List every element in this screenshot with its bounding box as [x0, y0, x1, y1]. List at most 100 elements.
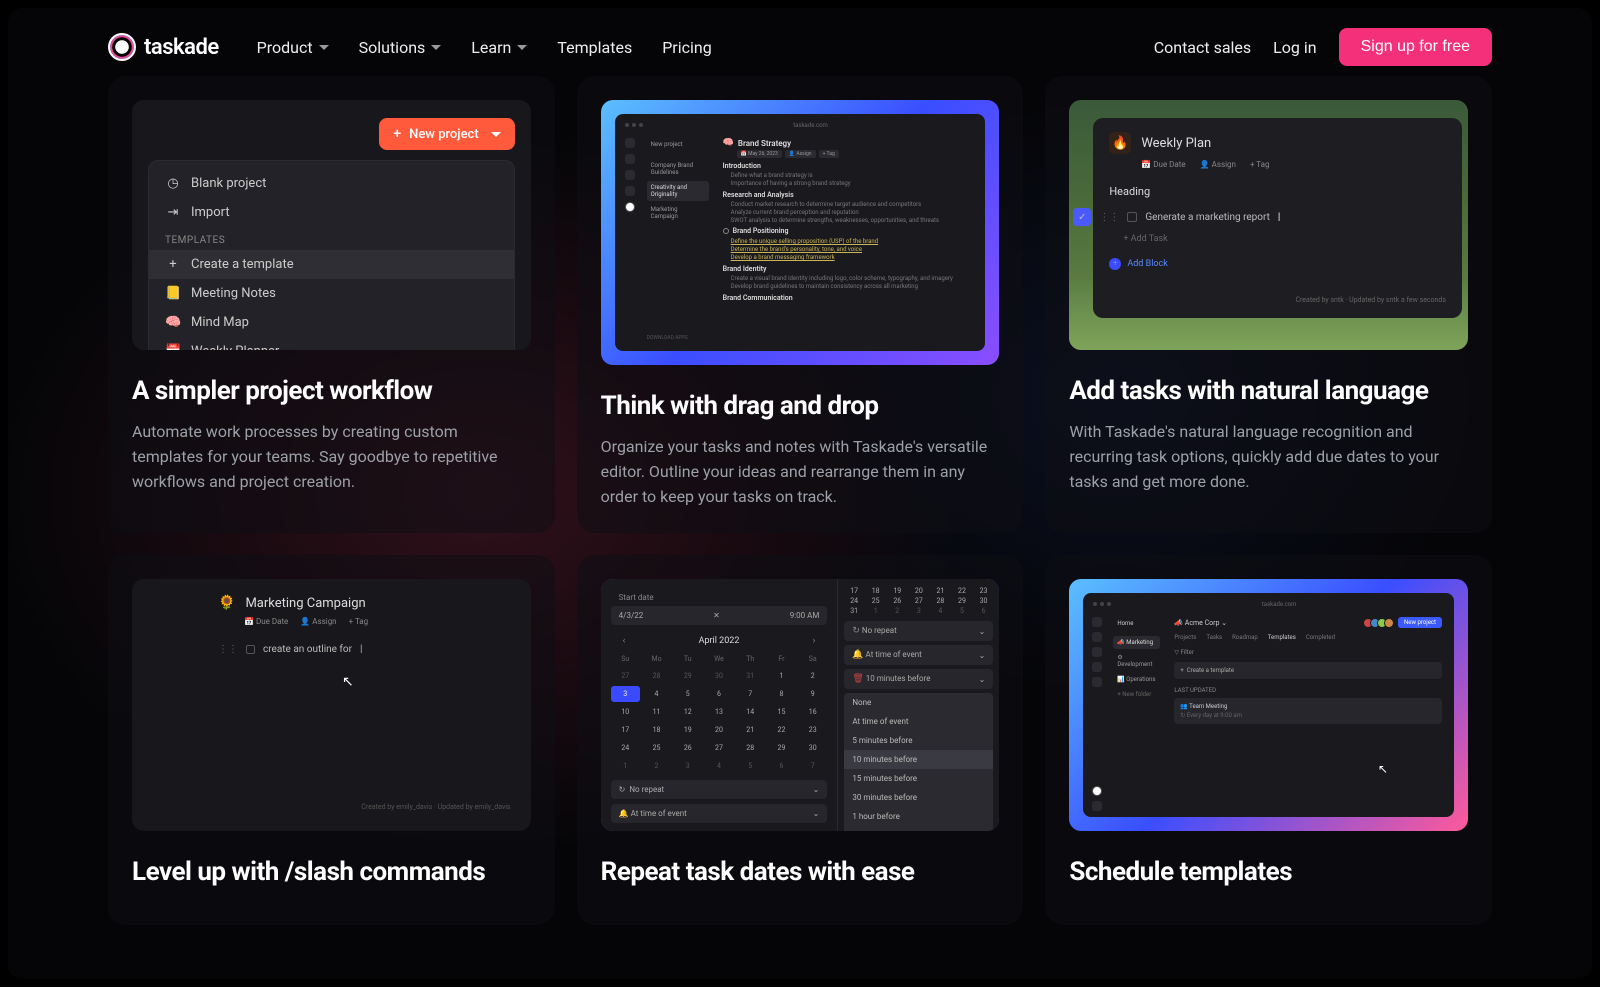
- assign-chip[interactable]: 👤 Assign: [300, 617, 336, 626]
- filter-button[interactable]: Filter: [1180, 649, 1193, 656]
- import-icon: ⇥: [165, 205, 181, 220]
- menu-mind-map[interactable]: 🧠Mind Map: [149, 308, 514, 337]
- menu-item[interactable]: 30 minutes before: [844, 788, 993, 807]
- brand-name: taskade: [144, 35, 219, 60]
- due-date-chip[interactable]: 📅 Due Date: [244, 617, 288, 626]
- card-image: Start date 4/3/22 ✕ 9:00 AM ‹ April 2022…: [601, 579, 1000, 831]
- url-bar: taskade.com: [793, 122, 828, 129]
- feature-card-drag-drop: taskade.com New project Company Brand Gu…: [577, 76, 1024, 533]
- login-link[interactable]: Log in: [1273, 38, 1316, 57]
- card-description: Organize your tasks and notes with Taska…: [601, 435, 1000, 509]
- avatar-icon: [1092, 786, 1102, 796]
- card-title: Repeat task dates with ease: [601, 857, 1000, 887]
- nav-solutions[interactable]: Solutions: [359, 38, 442, 57]
- task-checkbox[interactable]: [246, 645, 255, 654]
- next-month-button[interactable]: ›: [807, 636, 822, 646]
- task-text[interactable]: Generate a marketing report: [1145, 212, 1270, 223]
- tag-chip[interactable]: + Tag: [349, 617, 369, 626]
- nav-new-project[interactable]: New project: [647, 138, 709, 151]
- nav-development[interactable]: ⚙ Development: [1113, 651, 1160, 671]
- repeat-field[interactable]: ↻ No repeat⌄: [611, 780, 828, 799]
- section-label: LAST UPDATED: [1174, 687, 1442, 694]
- menu-create-template[interactable]: +Create a template: [149, 250, 514, 279]
- nav-product[interactable]: Product: [257, 38, 329, 57]
- menu-import[interactable]: ⇥Import: [149, 198, 514, 227]
- new-project-button[interactable]: New project: [1398, 617, 1442, 628]
- task-input[interactable]: create an outline for: [263, 644, 352, 655]
- nav-operations[interactable]: 📊 Operations: [1113, 673, 1160, 686]
- nav-home[interactable]: Home: [1113, 617, 1160, 630]
- plus-icon: +: [165, 257, 181, 272]
- create-template-row[interactable]: + Create a template: [1174, 662, 1442, 679]
- chevron-down-icon: [319, 45, 329, 50]
- chevron-down-icon: [517, 45, 527, 50]
- tag-chip[interactable]: + Tag: [1250, 160, 1270, 169]
- reminder-dropdown[interactable]: 🗑 10 minutes before⌄: [844, 669, 993, 689]
- sidebar-avatar: [625, 202, 635, 212]
- tab-tasks[interactable]: Tasks: [1206, 634, 1222, 641]
- menu-item[interactable]: 1 day before: [844, 826, 993, 831]
- cursor-icon: ↖: [1378, 762, 1388, 776]
- reminder-menu: None At time of event 5 minutes before 1…: [844, 693, 993, 831]
- nav-marketing[interactable]: 📣 Marketing: [1113, 636, 1160, 649]
- brand-logo[interactable]: taskade: [108, 33, 219, 61]
- contact-sales-link[interactable]: Contact sales: [1154, 38, 1251, 57]
- chevron-down-icon: [491, 132, 501, 137]
- card-title: Level up with /slash commands: [132, 857, 531, 887]
- tab-roadmap[interactable]: Roadmap: [1232, 634, 1258, 641]
- nav-new-folder[interactable]: + New folder: [1113, 688, 1160, 701]
- date-time-field[interactable]: 4/3/22 ✕ 9:00 AM: [611, 606, 828, 625]
- card-title: Think with drag and drop: [601, 391, 1000, 421]
- heading-label: Heading: [1109, 185, 1446, 198]
- add-task-button[interactable]: + Add Task: [1123, 234, 1446, 244]
- due-date-chip[interactable]: 📅 Due Date: [1141, 160, 1185, 169]
- tab-completed[interactable]: Completed: [1306, 634, 1335, 641]
- plan-title: Weekly Plan: [1141, 136, 1211, 151]
- assign-chip[interactable]: 👤 Assign: [1200, 160, 1236, 169]
- card-image: taskade.com New project Company Brand Gu…: [601, 100, 1000, 365]
- project-menu: ◷Blank project ⇥Import TEMPLATES +Create…: [148, 160, 515, 350]
- menu-item[interactable]: 15 minutes before: [844, 769, 993, 788]
- menu-item[interactable]: 1 hour before: [844, 807, 993, 826]
- task-checkbox[interactable]: [1127, 212, 1137, 222]
- menu-item[interactable]: At time of event: [844, 712, 993, 731]
- calendar-grid[interactable]: SuMoTuWeThFrSa27282930311234567891011121…: [611, 652, 828, 774]
- new-project-button[interactable]: + New project: [379, 118, 514, 150]
- url-bar: taskade.com: [1262, 601, 1297, 608]
- menu-weekly-planner[interactable]: 📅Weekly Planner: [149, 337, 514, 350]
- card-image: 🌻 Marketing Campaign 📅 Due Date 👤 Assign…: [132, 579, 531, 831]
- panel-footer: Created by sntk · Updated by sntk a few …: [1109, 296, 1446, 304]
- add-notification-button[interactable]: + Add notification: [611, 828, 828, 831]
- chevron-down-icon: [431, 45, 441, 50]
- notify-dropdown[interactable]: 🔔 At time of event⌄: [844, 645, 993, 665]
- notes-icon: 📒: [165, 286, 181, 301]
- card-title: Schedule templates: [1069, 857, 1468, 887]
- tab-projects[interactable]: Projects: [1174, 634, 1196, 641]
- menu-meeting-notes[interactable]: 📒Meeting Notes: [149, 279, 514, 308]
- nav-item[interactable]: Company Brand Guidelines: [647, 159, 709, 179]
- task-panel: 🔥 Weekly Plan 📅 Due Date 👤 Assign + Tag …: [1093, 118, 1462, 318]
- menu-item[interactable]: 10 minutes before: [844, 750, 993, 769]
- notify-field[interactable]: 🔔 At time of event⌄: [611, 804, 828, 823]
- nav-learn[interactable]: Learn: [471, 38, 527, 57]
- download-apps: DOWNLOAD APPS: [647, 335, 688, 341]
- nav-item[interactable]: Creativity and Originality: [647, 181, 709, 201]
- nav-templates[interactable]: Templates: [557, 38, 632, 57]
- menu-blank-project[interactable]: ◷Blank project: [149, 169, 514, 198]
- repeat-dropdown[interactable]: ↻ No repeat⌄: [844, 621, 993, 641]
- nav-item[interactable]: Marketing Campaign: [647, 203, 709, 223]
- menu-item[interactable]: 5 minutes before: [844, 731, 993, 750]
- tab-templates[interactable]: Templates: [1268, 634, 1296, 641]
- sunflower-icon: 🌻: [218, 595, 235, 611]
- signup-button[interactable]: Sign up for free: [1339, 28, 1492, 66]
- menu-item[interactable]: None: [844, 693, 993, 712]
- add-block-button[interactable]: + Add Block: [1109, 258, 1446, 270]
- feature-card-repeat-dates: Start date 4/3/22 ✕ 9:00 AM ‹ April 2022…: [577, 555, 1024, 925]
- section-heading: Research and Analysis: [723, 191, 974, 199]
- card-title: Add tasks with natural language: [1069, 376, 1468, 406]
- clock-icon: ◷: [165, 176, 181, 191]
- cursor-icon: ↖: [342, 674, 354, 690]
- nav-pricing[interactable]: Pricing: [662, 38, 712, 57]
- template-item[interactable]: 👥 Team Meeting ↻ Every day at 9:00 am: [1174, 698, 1442, 724]
- prev-month-button[interactable]: ‹: [617, 636, 632, 646]
